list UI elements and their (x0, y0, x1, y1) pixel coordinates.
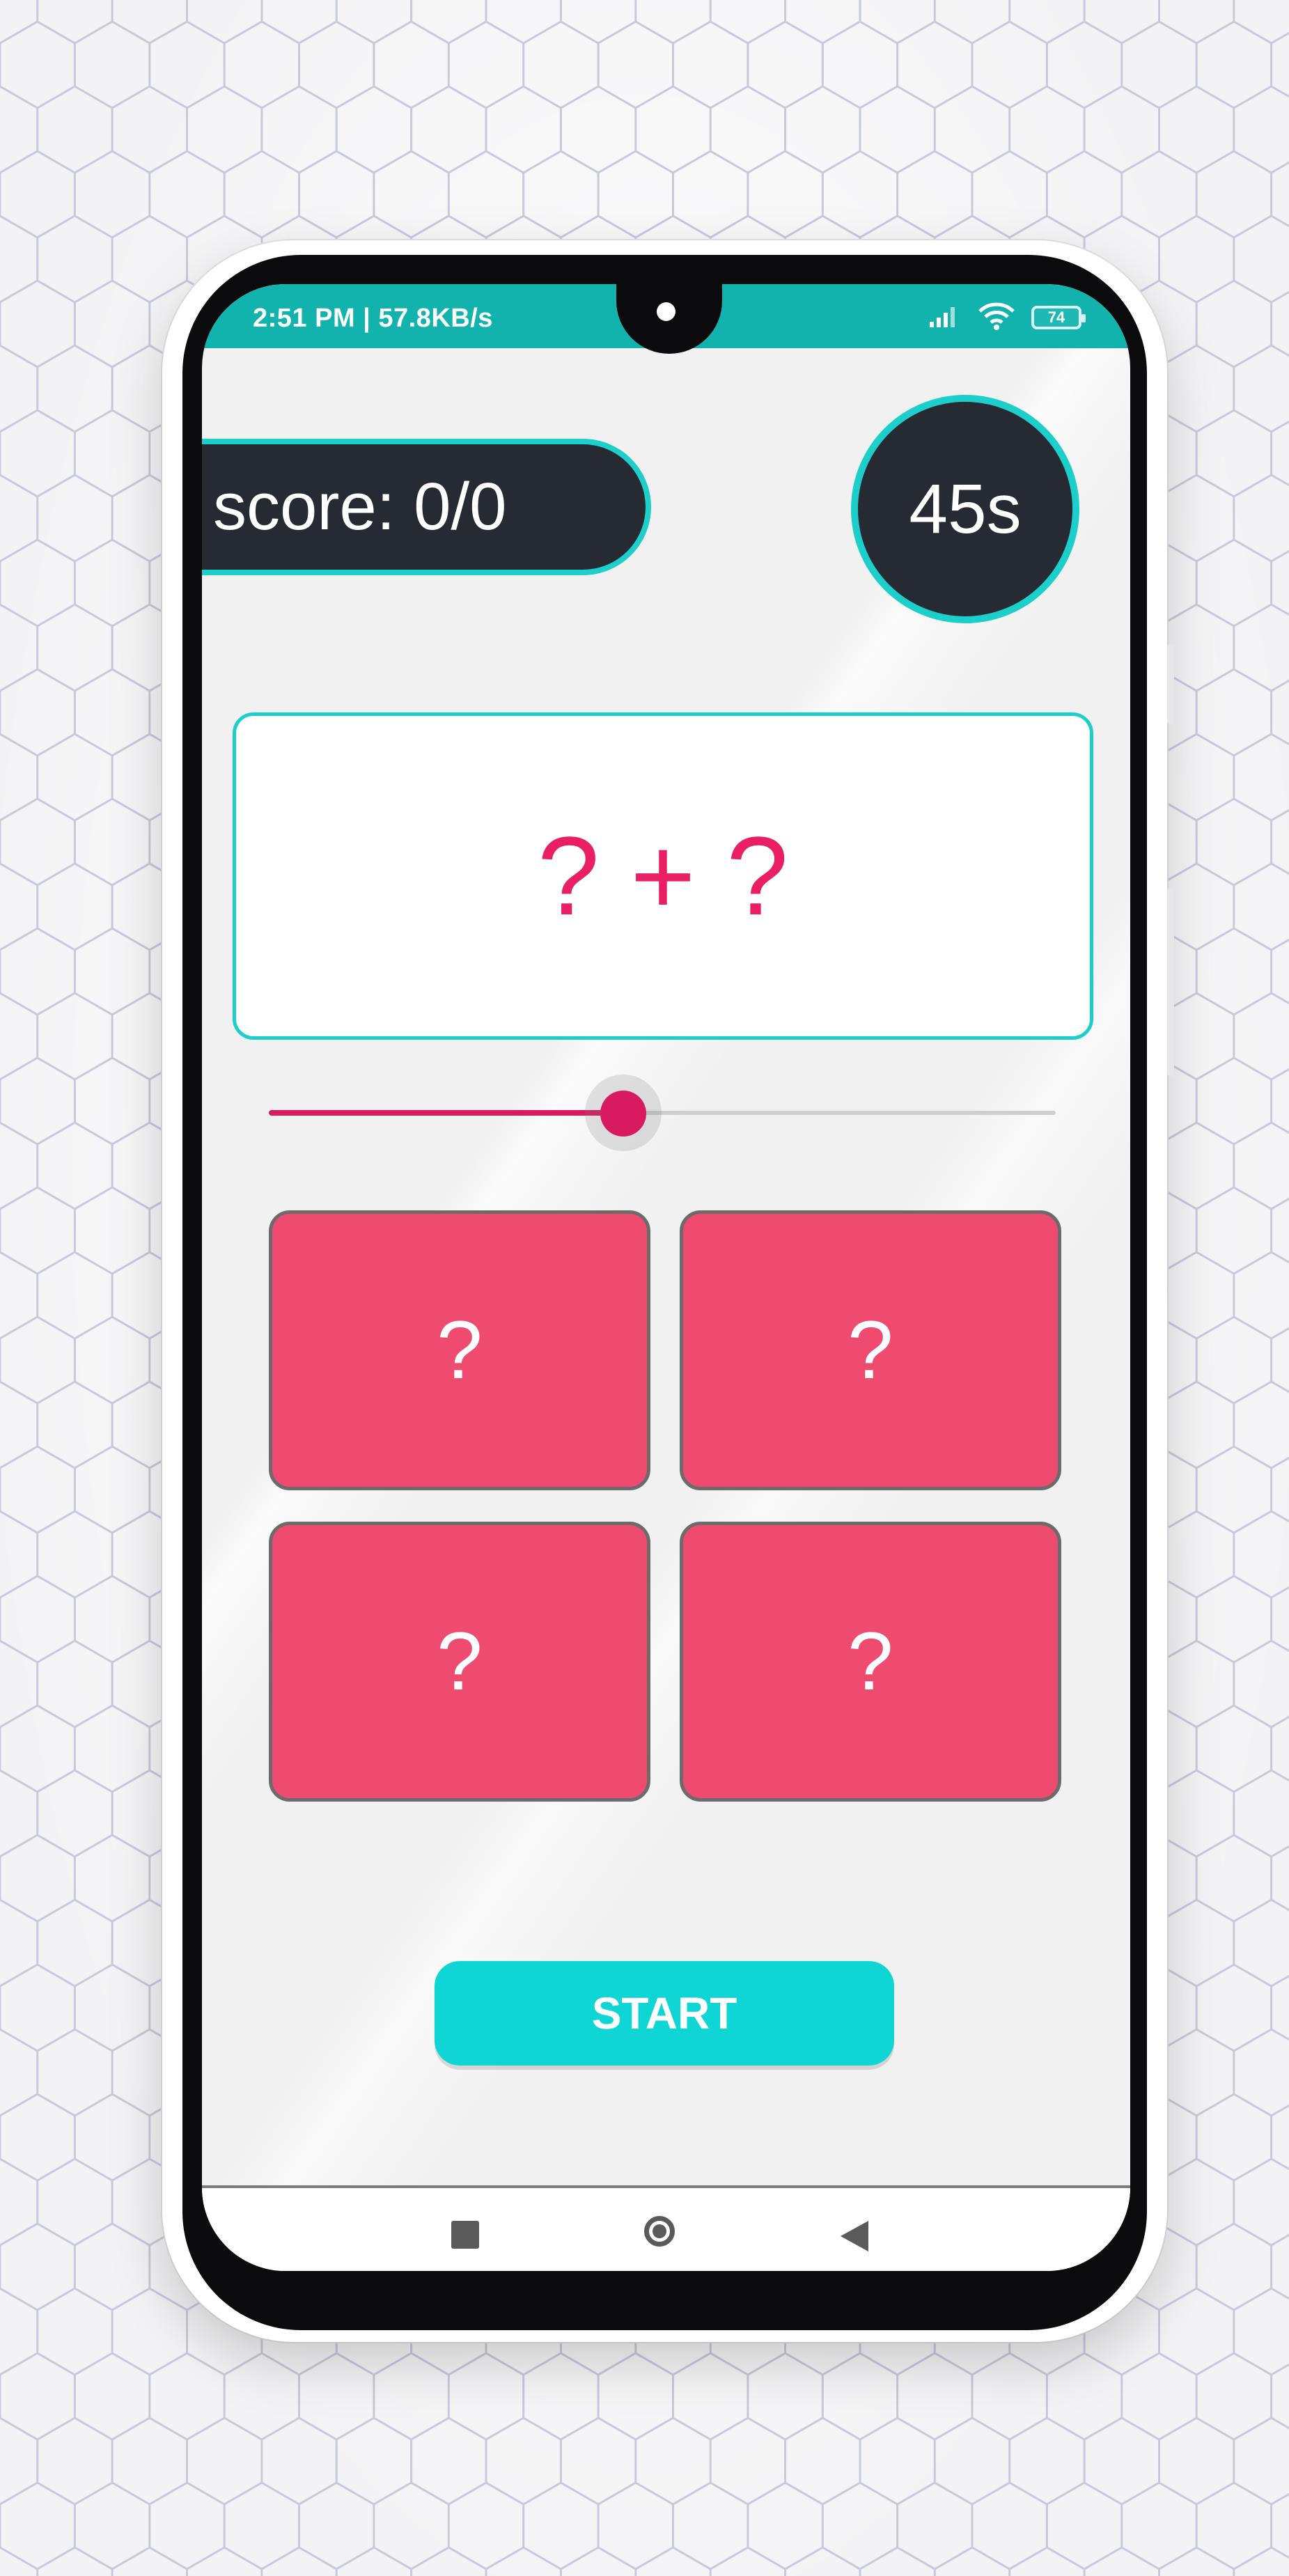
phone-side-button (1167, 888, 1174, 1076)
recents-icon[interactable] (451, 2221, 479, 2249)
difficulty-slider[interactable] (269, 1075, 1056, 1151)
app-screen: 2:51 PM | 57.8KB/s 74 score: 0/0 45s ? +… (202, 284, 1130, 2271)
status-time: 2:51 PM | 57.8KB/s (253, 304, 493, 333)
phone-side-button (1167, 644, 1174, 724)
answer-button-3[interactable]: ? (269, 1522, 650, 1802)
wifi-icon (977, 302, 1016, 334)
question-card: ? + ? (233, 712, 1093, 1040)
battery-icon: 74 (1031, 306, 1086, 329)
slider-fill (269, 1110, 623, 1116)
start-button[interactable]: START (435, 1961, 894, 2066)
timer-display: 45s (851, 395, 1079, 623)
slider-thumb[interactable] (600, 1091, 646, 1137)
answer-button-1[interactable]: ? (269, 1210, 650, 1490)
question-text: ? + ? (537, 813, 789, 938)
status-icons: 74 (928, 302, 1086, 334)
answer-button-2[interactable]: ? (680, 1210, 1061, 1490)
score-display: score: 0/0 (202, 439, 651, 575)
back-icon[interactable] (841, 2221, 868, 2251)
answer-button-4[interactable]: ? (680, 1522, 1061, 1802)
navigation-bar (202, 2185, 1130, 2271)
home-icon[interactable] (644, 2216, 675, 2247)
signal-icon (928, 304, 962, 332)
front-camera (657, 302, 675, 321)
